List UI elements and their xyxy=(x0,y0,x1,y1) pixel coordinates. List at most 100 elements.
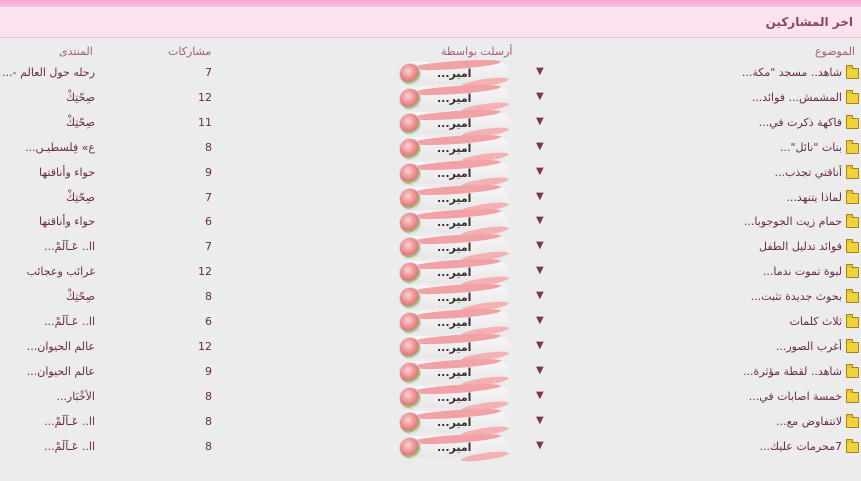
forum-link[interactable]: عالم الحيوان... xyxy=(27,365,95,378)
triangle-down-icon[interactable]: ▼ xyxy=(536,141,544,152)
top-pink-bar xyxy=(0,0,861,7)
poster-name[interactable]: امير... xyxy=(437,167,471,180)
forum-link[interactable]: اا.. عَـآلَمْ... xyxy=(44,315,95,328)
poster-badge[interactable]: امير... xyxy=(399,132,510,164)
topic-link[interactable]: شاهد.. لقطة مؤثرة... xyxy=(743,365,842,378)
topic-link[interactable]: فوائد تدليل الطفل xyxy=(759,240,842,253)
triangle-down-icon[interactable]: ▼ xyxy=(536,340,544,351)
triangle-down-icon[interactable]: ▼ xyxy=(536,191,544,202)
triangle-down-icon[interactable]: ▼ xyxy=(536,116,544,127)
poster-badge[interactable]: امير... xyxy=(399,431,510,463)
poster-badge[interactable]: امير... xyxy=(399,257,510,289)
triangle-down-icon[interactable]: ▼ xyxy=(536,440,544,451)
forum-link[interactable]: صِحّتِكْ xyxy=(66,191,95,204)
topic-link[interactable]: فاكهة ذكرت في... xyxy=(759,116,842,129)
post-count: 12 xyxy=(198,90,212,104)
topic-link[interactable]: أناقتي تجذب... xyxy=(775,166,843,179)
topic-link[interactable]: ثلاث كلمات xyxy=(790,315,842,328)
poster-name[interactable]: امير... xyxy=(437,391,471,404)
forum-link[interactable]: اا.. عَـآلَمْ... xyxy=(44,415,95,428)
poster-name[interactable]: امير... xyxy=(437,341,471,354)
poster-name[interactable]: امير... xyxy=(437,142,471,155)
poster-badge[interactable]: امير... xyxy=(399,356,510,389)
poster-name[interactable]: امير... xyxy=(437,441,471,454)
poster-name[interactable]: امير... xyxy=(437,192,471,205)
triangle-down-icon[interactable]: ▼ xyxy=(536,390,544,401)
topic-link[interactable]: 7محرمات عليك... xyxy=(760,440,842,453)
poster-badge[interactable]: امير... xyxy=(399,207,510,239)
poster-badge[interactable]: امير... xyxy=(399,306,510,339)
triangle-down-icon[interactable]: ▼ xyxy=(536,66,544,77)
poster-badge[interactable]: امير... xyxy=(399,157,510,189)
topic-link[interactable]: حمام زيت الجوجوبا... xyxy=(744,215,842,228)
forum-link[interactable]: اا.. عَـآلَمْ... xyxy=(44,440,95,453)
user-avatar xyxy=(399,312,421,334)
topic-link[interactable]: بحوث جديدة تثبت... xyxy=(751,290,842,303)
forum-link[interactable]: حواء وأناقتها xyxy=(39,215,95,228)
triangle-down-icon[interactable]: ▼ xyxy=(536,166,544,177)
triangle-down-icon[interactable]: ▼ xyxy=(536,265,544,276)
post-count: 7 xyxy=(205,66,212,79)
forum-link[interactable]: صِحّتِكْ xyxy=(66,91,95,104)
triangle-down-icon[interactable]: ▼ xyxy=(536,315,544,326)
forum-link[interactable]: صِحّتِكْ xyxy=(66,116,95,129)
topic-link[interactable]: لماذا يتنهد... xyxy=(786,191,842,204)
triangle-down-icon[interactable]: ▼ xyxy=(536,290,544,301)
topic-link[interactable]: لبوة تموت ندما... xyxy=(763,265,842,278)
poster-name[interactable]: امير... xyxy=(437,92,471,105)
folder-icon xyxy=(846,289,859,304)
forum-link[interactable]: صِحّتِكْ xyxy=(66,290,95,303)
poster-name[interactable]: امير... xyxy=(437,291,471,304)
poster-badge[interactable]: امير... xyxy=(399,331,510,364)
poster-badge[interactable]: امير... xyxy=(399,82,510,115)
post-count: 8 xyxy=(205,414,212,428)
poster-name[interactable]: امير... xyxy=(437,216,471,229)
topic-link[interactable]: أغرب الصور... xyxy=(776,340,842,353)
poster-name[interactable]: امير... xyxy=(437,241,471,254)
table-row: لماذا يتنهد... ▼ امير... 7 صِحّتِكْ xyxy=(0,182,861,214)
folder-icon xyxy=(846,189,859,204)
forum-link[interactable]: الأخْبَار... xyxy=(56,390,95,403)
folder-icon xyxy=(846,65,859,79)
triangle-down-icon[interactable]: ▼ xyxy=(536,215,544,226)
forum-link[interactable]: اا.. عَـآلَمْ... xyxy=(44,240,95,253)
triangle-down-icon[interactable]: ▼ xyxy=(536,365,544,376)
poster-name[interactable]: امير... xyxy=(437,266,471,279)
forum-link[interactable]: عالم الحيوان... xyxy=(27,340,95,353)
user-avatar xyxy=(399,162,421,185)
user-avatar xyxy=(399,386,421,409)
forum-link[interactable]: حواء وأناقتها xyxy=(39,166,95,179)
poster-badge[interactable]: امير... xyxy=(399,281,510,314)
panel-title: اخر المشاركين xyxy=(765,15,853,29)
topic-link[interactable]: بنات "نائل"... xyxy=(780,141,842,154)
poster-name[interactable]: امير... xyxy=(437,316,471,329)
table-row: أناقتي تجذب... ▼ امير... 9 حواء وأناقتها xyxy=(0,157,861,189)
forum-link[interactable]: ﻉ» فِلسطيـﮟ... xyxy=(25,141,95,154)
user-avatar xyxy=(399,112,421,135)
topic-link[interactable]: شاهد.. مسجد "مكة... xyxy=(742,66,842,79)
topic-link[interactable]: خمسة اصابات في... xyxy=(749,390,842,403)
forum-link[interactable]: رحله حول العالم -... xyxy=(2,66,95,79)
column-header-forum: المنتدى xyxy=(59,45,93,58)
topic-link[interactable]: لاتتفاوض مع... xyxy=(776,415,842,428)
folder-icon xyxy=(846,214,859,229)
poster-badge[interactable]: امير... xyxy=(399,107,510,140)
poster-name[interactable]: امير... xyxy=(437,416,471,429)
table-row: حمام زيت الجوجوبا... ▼ امير... 6 حواء وأناقت… xyxy=(0,207,861,239)
triangle-down-icon[interactable]: ▼ xyxy=(536,240,544,251)
poster-badge[interactable]: امير... xyxy=(399,57,510,90)
poster-badge[interactable]: امير... xyxy=(399,381,510,413)
poster-name[interactable]: امير... xyxy=(437,366,471,379)
triangle-down-icon[interactable]: ▼ xyxy=(536,415,544,426)
poster-badge[interactable]: امير... xyxy=(399,406,510,438)
forum-link[interactable]: غرائب وعجائب xyxy=(27,265,95,278)
column-header-posts: مشاركات xyxy=(168,45,212,58)
poster-name[interactable]: امير... xyxy=(437,67,471,80)
poster-badge[interactable]: امير... xyxy=(399,232,510,264)
triangle-down-icon[interactable]: ▼ xyxy=(536,91,544,102)
user-avatar xyxy=(399,262,421,285)
topic-link[interactable]: المشمش... فوائد... xyxy=(752,91,842,104)
poster-name[interactable]: امير... xyxy=(437,117,471,130)
user-avatar xyxy=(399,63,421,85)
poster-badge[interactable]: امير... xyxy=(399,182,510,214)
